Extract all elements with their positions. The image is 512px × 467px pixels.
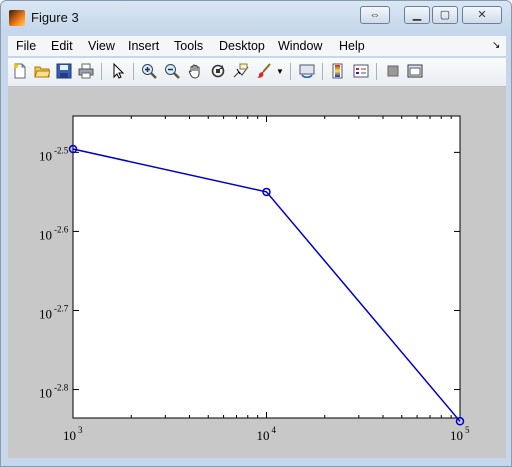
close-icon: ✕ [477,9,487,21]
open-file-icon[interactable] [33,62,51,80]
brush-icon[interactable] [255,62,273,80]
y-tick-exponent: -2.6 [54,224,69,234]
show-plot-tools-icon[interactable] [406,62,424,80]
link-plot-icon[interactable] [298,62,316,80]
toolbar-separator [290,63,291,80]
toolbar-separator [133,63,134,80]
pointer-icon[interactable] [109,62,127,80]
log-log-plot[interactable]: 10 3 10 4 10 510 -2.510 -2.610 -2.710 -2.8 [8,87,506,458]
hide-plot-tools-icon[interactable] [384,62,402,80]
maximize-icon: ▢ [439,9,451,21]
menu-help[interactable]: Help [339,39,365,53]
maximize-button[interactable]: ▢ [432,6,458,24]
minimize-button[interactable]: ▁ [404,6,430,24]
y-tick-label: 10 [39,386,52,401]
minimize-icon: ▁ [412,9,422,21]
window-title: Figure 3 [31,10,79,25]
y-tick-exponent: -2.7 [54,303,69,313]
pan-icon[interactable] [186,62,204,80]
zoom-in-icon[interactable] [140,62,158,80]
title-bar: Figure 3 ⇔ ▁ ▢ ✕ [1,1,511,32]
toolbar-separator [322,63,323,80]
print-icon[interactable] [77,62,95,80]
close-button[interactable]: ✕ [462,6,502,24]
figure-canvas: 10 3 10 4 10 5 10 -2.5 10 -2.6 10 -2.7 10 -2.8 [8,87,506,458]
colorbar-icon[interactable] [329,62,347,80]
y-tick-exponent: -2.5 [54,145,69,155]
menu-desktop[interactable]: Desktop [219,39,265,53]
matlab-app-icon [9,10,25,26]
x-tick-exponent: 5 [465,425,470,435]
data-cursor-icon[interactable] [232,62,250,80]
dock-arrows-icon: ⇔ [369,9,381,21]
brush-dropdown-icon[interactable]: ▼ [275,62,285,80]
zoom-out-icon[interactable] [163,62,181,80]
menu-insert[interactable]: Insert [128,39,159,53]
x-tick-label: 10 [63,428,76,443]
figure-window: Figure 3 ⇔ ▁ ▢ ✕ File Edit View Insert T… [0,0,512,467]
menu-edit[interactable]: Edit [51,39,73,53]
menu-window[interactable]: Window [278,39,322,53]
menubar-overflow-icon[interactable]: ↘ [492,40,500,51]
rotate-3d-icon[interactable] [209,62,227,80]
toolbar-separator [101,63,102,80]
legend-icon[interactable] [352,62,370,80]
menu-tools[interactable]: Tools [174,39,203,53]
toolbar-separator [376,63,377,80]
save-icon[interactable] [55,62,73,80]
menu-bar: File Edit View Insert Tools Desktop Wind… [8,36,506,56]
x-tick-exponent: 4 [272,425,277,435]
y-tick-label: 10 [39,148,52,163]
x-tick-label: 10 [450,428,463,443]
x-tick-exponent: 3 [78,425,83,435]
y-tick-label: 10 [39,227,52,242]
x-tick-label: 10 [257,428,270,443]
figure-toolbar: ▼ [8,58,506,87]
dock-button[interactable]: ⇔ [360,6,390,24]
y-tick-label: 10 [39,306,52,321]
menu-view[interactable]: View [88,39,115,53]
y-tick-exponent: -2.8 [54,383,69,393]
menu-file[interactable]: File [16,39,36,53]
new-figure-icon[interactable] [11,62,29,80]
